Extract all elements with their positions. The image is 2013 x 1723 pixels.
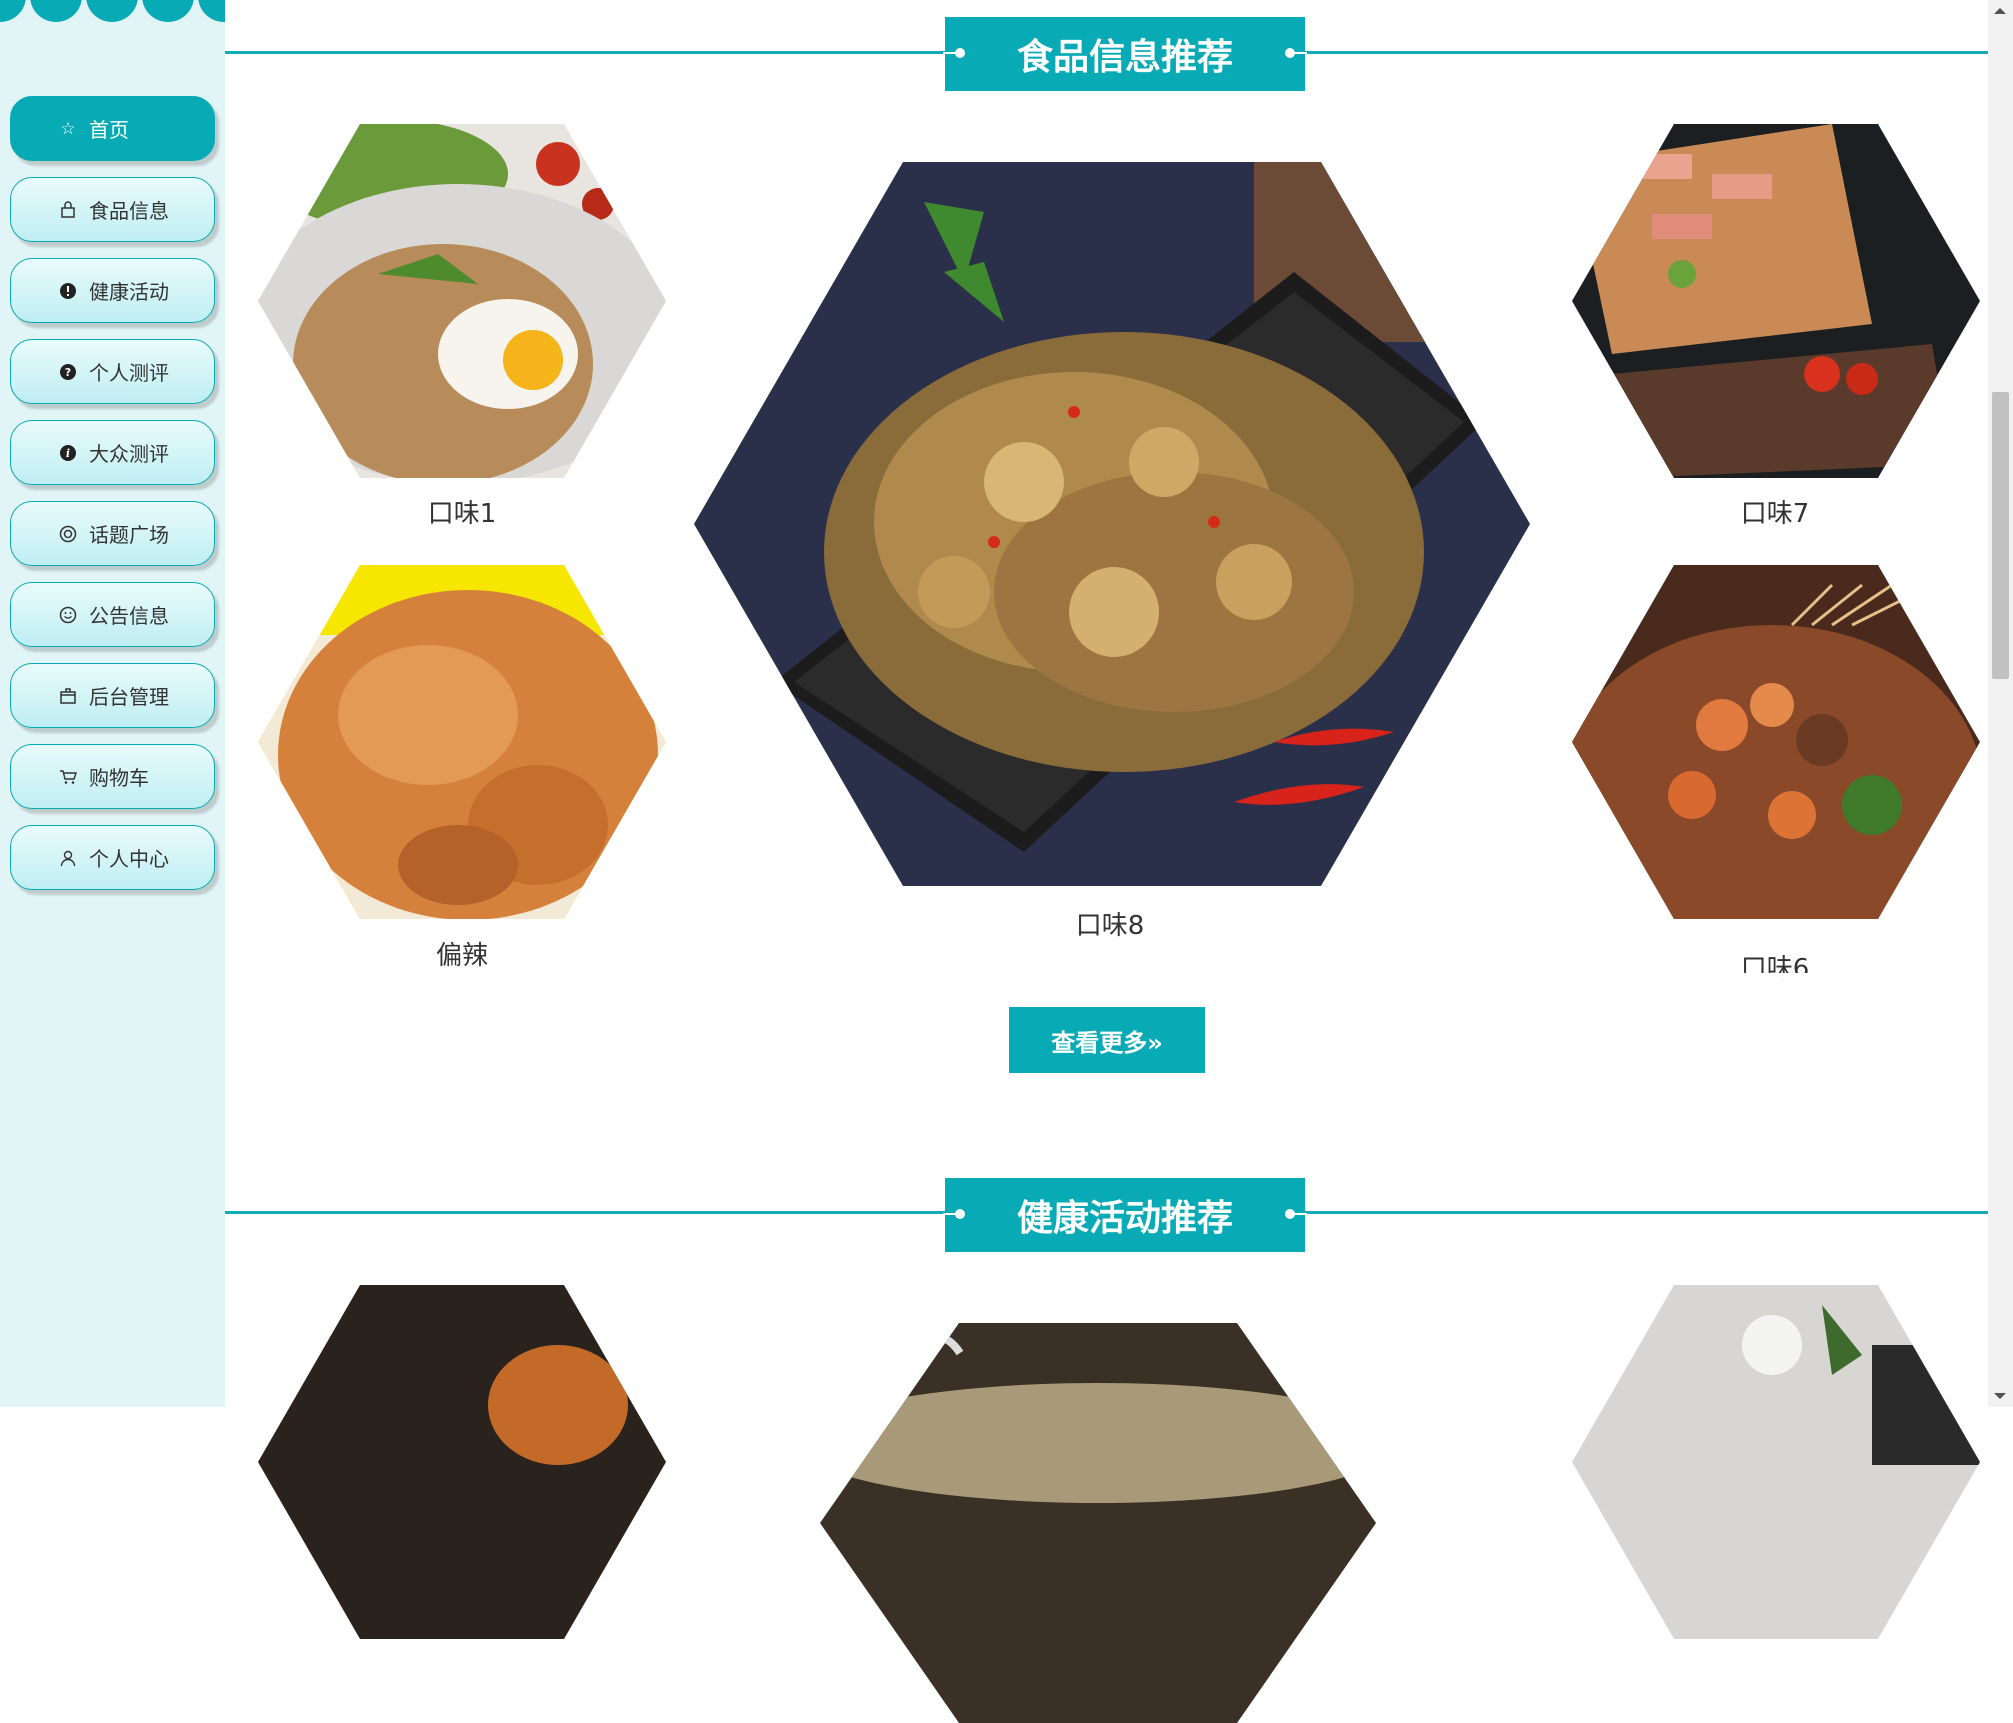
food-item-name[interactable]: 口味1 <box>392 493 532 530</box>
food-item-name[interactable]: 口味8 <box>1040 905 1180 942</box>
info-icon: i <box>57 442 79 464</box>
sidebar-item-public-eval[interactable]: i 大众测评 <box>10 420 215 485</box>
health-section-title-text: 健康活动推荐 <box>1016 1198 1233 1239</box>
sidebar-item-label: 食品信息 <box>89 199 169 223</box>
food-image-featured[interactable] <box>694 162 1530 886</box>
sidebar-item-food-info[interactable]: 食品信息 <box>10 177 215 242</box>
scroll-down-icon[interactable] <box>1994 1393 2006 1399</box>
bag-icon <box>57 199 79 221</box>
sidebar-scallop-decoration <box>0 0 225 28</box>
sidebar-item-label: 后台管理 <box>89 685 169 709</box>
food-image-1[interactable] <box>258 124 666 478</box>
sidebar-item-admin[interactable]: 后台管理 <box>10 663 215 728</box>
sidebar-item-cart[interactable]: 购物车 <box>10 744 215 809</box>
food-image-5[interactable] <box>1572 565 1980 919</box>
sidebar-item-label: 个人测评 <box>89 361 169 385</box>
food-section-title: 食品信息推荐 <box>943 17 1307 91</box>
sidebar: ☆ 首页 食品信息 健康活动 ? 个人测评 i 大众测评 话题广场 公告信息 后… <box>0 0 225 1407</box>
sidebar-item-label: 话题广场 <box>89 523 169 547</box>
sidebar-item-label: 个人中心 <box>89 847 169 871</box>
sidebar-item-health-activity[interactable]: 健康活动 <box>10 258 215 323</box>
sidebar-item-label: 健康活动 <box>89 280 169 304</box>
sidebar-item-profile[interactable]: 个人中心 <box>10 825 215 890</box>
svg-text:i: i <box>66 447 70 460</box>
sidebar-item-announcements[interactable]: 公告信息 <box>10 582 215 647</box>
smile-icon <box>57 604 79 626</box>
sidebar-item-label: 大众测评 <box>89 442 169 466</box>
box-icon <box>57 685 79 707</box>
food-image-2[interactable] <box>258 565 666 919</box>
activity-image-3[interactable] <box>1572 1285 1980 1639</box>
scroll-up-icon[interactable] <box>1994 8 2006 14</box>
scrollbar-thumb[interactable] <box>1992 392 2009 679</box>
food-image-4[interactable] <box>1572 124 1980 478</box>
cart-icon <box>57 766 79 788</box>
food-item-name[interactable]: 偏辣 <box>392 935 532 972</box>
food-item-name[interactable]: 口味6 <box>1705 948 1845 985</box>
health-section-title: 健康活动推荐 <box>943 1178 1307 1252</box>
sidebar-item-topic-square[interactable]: 话题广场 <box>10 501 215 566</box>
page-scrollbar[interactable] <box>1988 0 2013 1407</box>
sidebar-item-label: 购物车 <box>89 766 149 790</box>
text-overlap-mask <box>1655 973 1895 979</box>
sidebar-item-label: 首页 <box>89 118 129 142</box>
food-item-name[interactable]: 口味7 <box>1705 493 1845 530</box>
question-icon: ? <box>57 361 79 383</box>
star-icon: ☆ <box>60 118 76 139</box>
sidebar-item-home[interactable]: ☆ 首页 <box>10 96 215 161</box>
sidebar-item-personal-eval[interactable]: ? 个人测评 <box>10 339 215 404</box>
activity-image-2[interactable] <box>820 1323 1376 1723</box>
food-section-title-text: 食品信息推荐 <box>1016 37 1233 78</box>
lifebuoy-icon <box>57 523 79 545</box>
sidebar-item-label: 公告信息 <box>89 604 169 628</box>
view-more-button[interactable]: 查看更多» <box>1009 1007 1205 1073</box>
alert-icon <box>57 280 79 302</box>
user-icon <box>57 847 79 869</box>
svg-text:?: ? <box>65 366 71 379</box>
activity-image-1[interactable] <box>258 1285 666 1639</box>
sidebar-nav: ☆ 首页 食品信息 健康活动 ? 个人测评 i 大众测评 话题广场 公告信息 后… <box>10 96 215 906</box>
